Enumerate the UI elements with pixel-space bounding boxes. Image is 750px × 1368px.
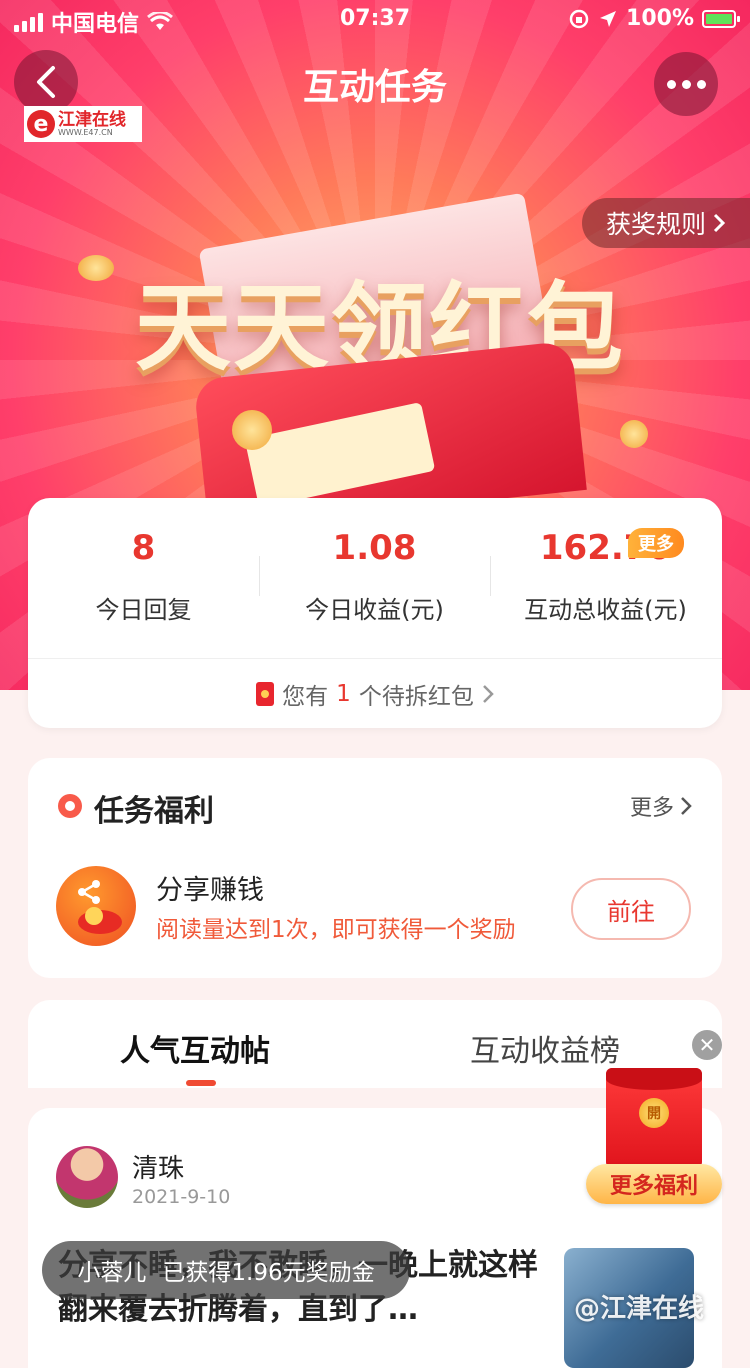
divider bbox=[28, 658, 722, 659]
share-earn-icon bbox=[56, 866, 136, 946]
stat-label: 互动总收益(元) bbox=[524, 596, 687, 624]
avatar[interactable] bbox=[56, 1146, 118, 1208]
redpack-suffix: 个待拆红包 bbox=[358, 684, 474, 710]
more-options-button[interactable] bbox=[654, 52, 718, 116]
award-rules-label: 获奖规则 bbox=[605, 210, 706, 239]
dot-icon bbox=[681, 79, 691, 89]
task-name: 分享赚钱 bbox=[156, 875, 264, 906]
reward-toast: 小蓉儿 已获得1.96元奖励金 bbox=[42, 1241, 410, 1299]
logo-url: WWW.E47.CN bbox=[58, 127, 113, 137]
close-icon[interactable]: ✕ bbox=[692, 1030, 722, 1060]
stat-value: 1.08 bbox=[332, 528, 417, 568]
award-rules-button[interactable]: 获奖规则 bbox=[582, 198, 750, 248]
red-envelope-icon bbox=[256, 682, 275, 706]
toast-user: 小蓉儿 bbox=[77, 1260, 147, 1286]
pending-redpack-link[interactable]: 您有 1 个待拆红包 bbox=[28, 674, 722, 714]
more-label: 更多 bbox=[629, 796, 674, 821]
logo-e-icon: e bbox=[27, 110, 55, 138]
stat-today-earnings[interactable]: 1.08 今日收益(元) bbox=[259, 528, 490, 625]
go-button[interactable]: 前往 bbox=[571, 878, 691, 940]
section-title: 任务福利 bbox=[94, 794, 214, 829]
coin-decoration bbox=[78, 255, 114, 281]
page-title: 互动任务 bbox=[302, 67, 447, 108]
tasks-more-link[interactable]: 更多 bbox=[630, 790, 692, 822]
location-icon bbox=[600, 10, 617, 27]
earnings-stats-card: 8 今日回复 1.08 今日收益(元) 162.70 互动总收益(元) 更多 您… bbox=[28, 498, 722, 728]
toast-message: 已获得1.96元奖励金 bbox=[162, 1260, 375, 1286]
redpack-prefix: 您有 bbox=[282, 684, 329, 710]
section-dot-icon bbox=[58, 794, 82, 818]
watermark: @江津在线 bbox=[574, 1294, 705, 1324]
battery-percent: 100% bbox=[626, 6, 694, 31]
dot-icon bbox=[696, 79, 706, 89]
stat-value: 8 bbox=[131, 528, 156, 568]
logo-name: 江津在线 bbox=[58, 109, 126, 130]
orientation-lock-icon bbox=[569, 9, 589, 28]
stat-label: 今日收益(元) bbox=[305, 596, 444, 624]
chevron-right-icon bbox=[482, 685, 494, 703]
chevron-right-icon bbox=[713, 213, 726, 233]
tab-earnings-ranking[interactable]: 互动收益榜 bbox=[470, 1026, 620, 1070]
floating-redpack[interactable]: 開 bbox=[606, 1068, 702, 1168]
more-badge[interactable]: 更多 bbox=[628, 528, 684, 558]
status-bar: 中国电信 07:37 100% bbox=[0, 0, 750, 40]
active-tab-indicator bbox=[186, 1080, 216, 1086]
site-logo: e 江津在线 WWW.E47.CN bbox=[24, 106, 142, 142]
task-description: 阅读量达到1次，即可获得一个奖励 bbox=[156, 917, 516, 943]
stat-label: 今日回复 bbox=[95, 596, 192, 624]
battery-icon bbox=[702, 9, 740, 28]
dot-icon bbox=[666, 79, 676, 89]
chevron-right-icon bbox=[681, 797, 692, 815]
open-coin-icon: 開 bbox=[639, 1098, 669, 1128]
post-date: 2021-9-10 bbox=[132, 1186, 231, 1208]
post-author[interactable]: 清珠 bbox=[132, 1148, 184, 1185]
tab-popular-posts[interactable]: 人气互动帖 bbox=[120, 1026, 270, 1070]
more-benefits-button[interactable]: 更多福利 bbox=[586, 1164, 722, 1204]
stat-total-earnings[interactable]: 162.70 互动总收益(元) bbox=[490, 528, 721, 625]
stat-today-replies[interactable]: 8 今日回复 bbox=[28, 528, 259, 625]
coin-decoration bbox=[620, 420, 648, 448]
task-benefits-card: 任务福利 更多 分享赚钱 阅读量达到1次，即可获得一个奖励 前往 bbox=[28, 758, 722, 978]
coin-decoration bbox=[232, 410, 272, 450]
redpack-count: 1 bbox=[336, 681, 351, 707]
stat-value: 162.70 bbox=[539, 528, 672, 568]
